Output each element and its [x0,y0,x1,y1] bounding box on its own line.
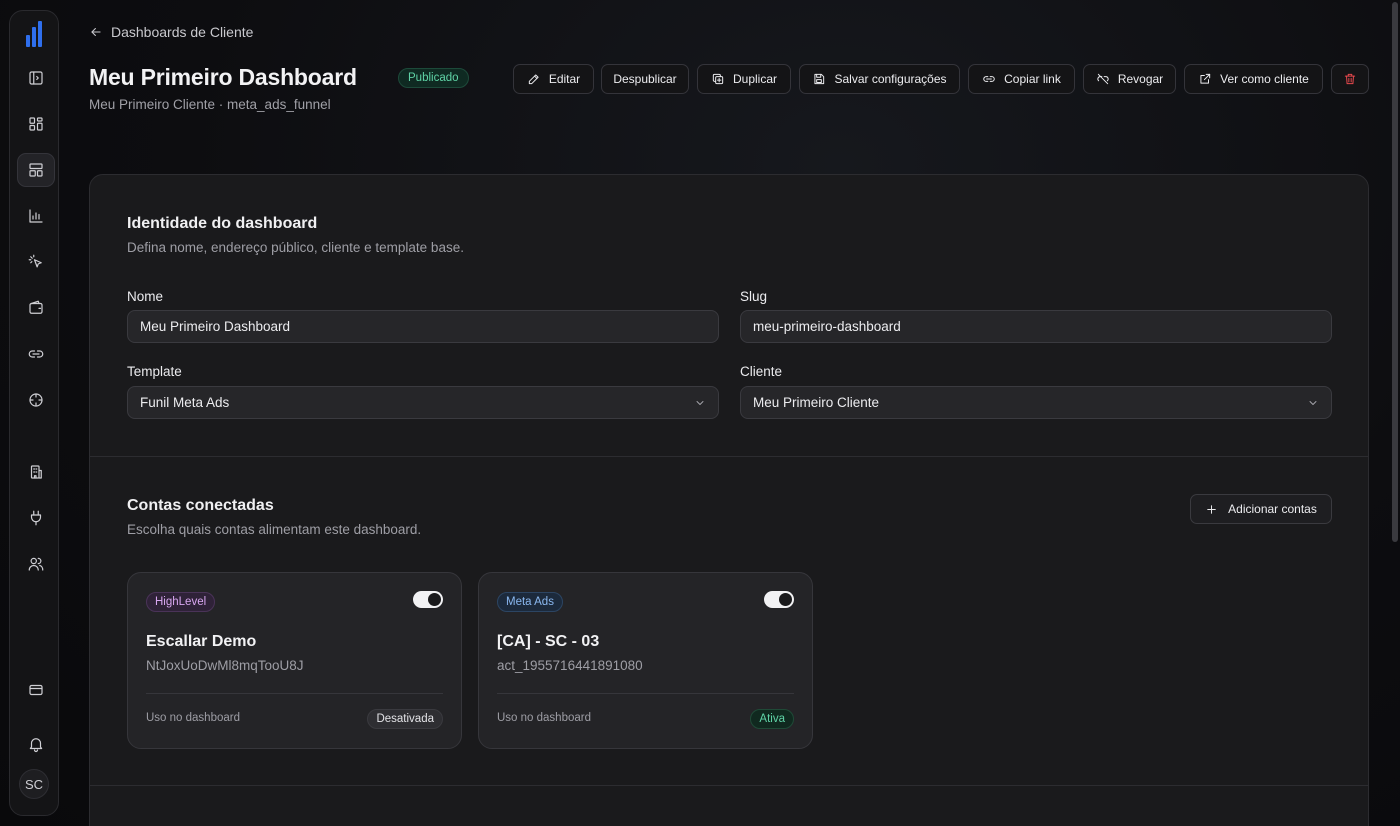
view-as-client-button[interactable]: Ver como cliente [1184,64,1323,94]
name-label: Nome [127,289,164,304]
account-status-badge: Ativa [750,709,794,729]
client-label: Cliente [740,364,783,379]
dashboard-settings-card: Identidade do dashboard Defina nome, end… [89,174,1369,826]
external-link-icon [1200,73,1211,84]
building-icon [30,465,42,479]
client-select-value: Meu Primeiro Cliente [753,395,880,410]
pointer-click-icon [28,254,42,268]
delete-button[interactable] [1331,64,1369,94]
plus-icon [1207,504,1216,514]
scrollbar[interactable] [1392,2,1398,542]
sidebar-item-target[interactable] [17,383,55,417]
provider-badge: HighLevel [146,592,216,612]
provider-badge: Meta Ads [497,592,563,612]
template-label: Template [127,364,182,379]
slug-input[interactable] [740,310,1332,343]
edit-button-label: Editar [548,72,581,86]
plug-icon [30,510,42,526]
status-badge: Publicado [398,68,469,88]
sidebar-item-users[interactable] [17,547,55,581]
accounts-section-title: Contas conectadas [127,497,274,514]
section-divider [90,456,1368,457]
grid-icon [29,117,43,131]
template-select-value: Funil Meta Ads [140,395,230,410]
account-id: NtJoxUoDwMl8mqTooU8J [146,658,304,673]
crosshair-icon [29,393,43,407]
copy-icon [712,73,724,85]
add-accounts-button[interactable]: Adicionar contas [1190,494,1332,524]
link-icon [983,76,995,82]
page-subtitle: Meu Primeiro Cliente · meta_ads_funnel [89,97,331,112]
account-card: HighLevel Escallar Demo NtJoxUoDwMl8mqTo… [127,572,462,749]
duplicate-button[interactable]: Duplicar [697,64,791,94]
account-name: Escallar Demo [146,633,257,650]
credit-card-icon [29,684,43,696]
save-settings-button-label: Salvar configurações [834,72,947,86]
pencil-icon [528,74,539,85]
app-logo[interactable] [26,21,42,47]
sidebar-item-dashboards[interactable] [17,153,55,187]
account-status-badge: Desativada [367,709,443,729]
trash-icon [1344,73,1356,85]
account-usage-label: Uso no dashboard [146,712,240,724]
sidebar-item-wallet[interactable] [17,291,55,325]
save-settings-button[interactable]: Salvar configurações [799,64,960,94]
bell-icon [29,738,43,753]
name-input[interactable] [127,310,719,343]
wallet-icon [29,300,43,314]
client-select[interactable]: Meu Primeiro Cliente [740,386,1332,419]
page-title: Meu Primeiro Dashboard [89,64,357,90]
sidebar-item-links[interactable] [17,337,55,371]
account-name: [CA] - SC - 03 [497,633,600,650]
template-select[interactable]: Funil Meta Ads [127,386,719,419]
sidebar-item-billing[interactable] [17,673,55,707]
identity-section-title: Identidade do dashboard [127,215,318,232]
copy-link-button[interactable]: Copiar link [968,64,1075,94]
accounts-section-description: Escolha quais contas alimentam este dash… [127,522,422,537]
section-divider [90,785,1368,786]
account-id: act_1955716441891080 [497,658,643,673]
sidebar-item-integrations[interactable] [17,501,55,535]
toggle-knob [779,593,792,606]
chevron-down-icon [1309,400,1317,405]
sidebar: SC [9,10,59,816]
slug-label: Slug [740,289,768,304]
account-toggle[interactable] [764,591,794,608]
view-as-client-button-label: Ver como cliente [1220,72,1309,86]
add-accounts-button-label: Adicionar contas [1228,502,1317,516]
save-icon [814,73,825,85]
users-icon [28,557,44,571]
breadcrumb-label: Dashboards de Cliente [111,24,254,40]
account-toggle[interactable] [413,591,443,608]
account-divider [146,693,443,694]
revoke-button-label: Revogar [1117,72,1164,86]
edit-button[interactable]: Editar [513,64,594,94]
unpublish-button-label: Despublicar [613,72,677,86]
account-card: Meta Ads [CA] - SC - 03 act_195571644189… [478,572,813,749]
copy-link-button-label: Copiar link [1004,72,1061,86]
unpublish-button[interactable]: Despublicar [601,64,689,94]
bar-chart-icon [29,209,43,223]
account-divider [497,693,794,694]
panel-icon [29,71,43,85]
sidebar-item-grid[interactable] [17,107,55,141]
revoke-button[interactable]: Revogar [1083,64,1176,94]
sidebar-item-notifications[interactable] [17,727,55,761]
sidebar-item-reports[interactable] [17,199,55,233]
arrow-left-icon [91,27,101,37]
link-icon [28,350,44,358]
sidebar-item-buildings[interactable] [17,455,55,489]
breadcrumb[interactable]: Dashboards de Cliente [89,24,253,40]
avatar[interactable]: SC [19,769,49,799]
sidebar-item-panel[interactable] [17,61,55,95]
identity-section-description: Defina nome, endereço público, cliente e… [127,240,464,255]
link-off-icon [1097,73,1109,85]
toggle-knob [428,593,441,606]
layout-icon [29,163,43,177]
account-usage-label: Uso no dashboard [497,712,591,724]
sidebar-item-clicks[interactable] [17,245,55,279]
duplicate-button-label: Duplicar [732,72,777,86]
chevron-down-icon [696,400,704,405]
